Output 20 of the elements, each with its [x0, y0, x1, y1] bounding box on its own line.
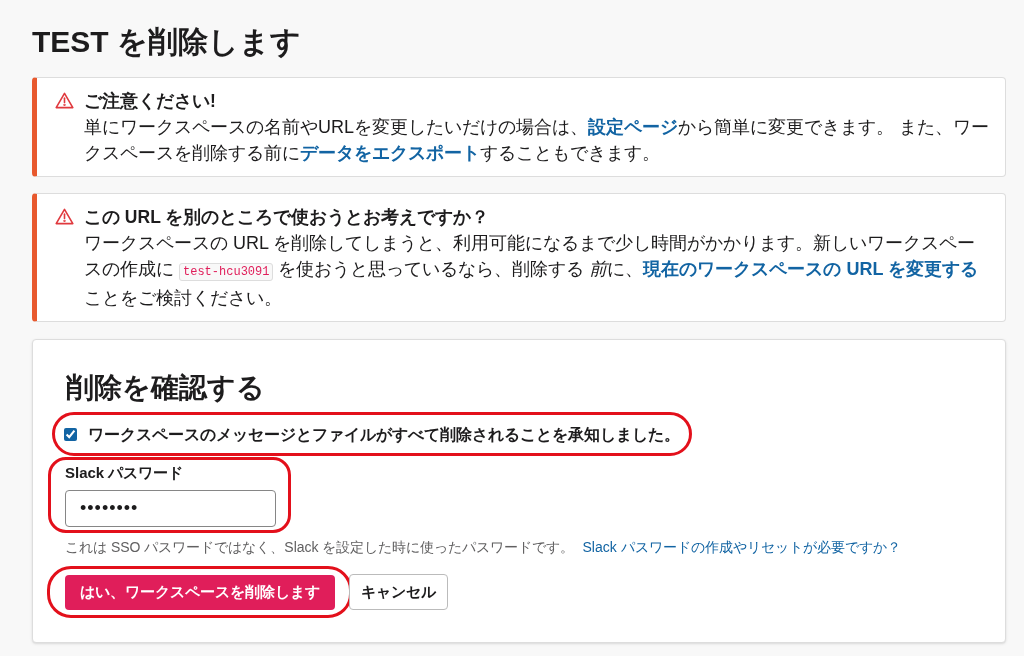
- section-heading: 削除を確認する: [66, 371, 266, 405]
- link[interactable]: 設定ページ: [588, 117, 678, 137]
- notice-title: この URL を別のところで使おうとお考えですか？: [84, 206, 491, 229]
- delete-button[interactable]: はい、ワークスペースを削除します: [65, 574, 335, 610]
- warning-icon: [55, 208, 74, 225]
- notice-text: ワークスペースの URL を削除してしまうと、利用可能になるまで少し時間がかかります。新しいワークスペースの作成に test-hcu3091 を使おうと思っているなら、削除する 前に、現在のワークスペースの URL を変更する ことをご検討ください。: [84, 232, 980, 310]
- hint-text: これは SSO パスワードではなく、Slack を設定した時に使ったパスワードです。 Slack パスワードの作成やリセットが必要ですか？: [65, 538, 902, 557]
- inline-code: test-hcu3091: [179, 263, 274, 281]
- link[interactable]: データをエクスポート: [300, 143, 480, 163]
- checkbox[interactable]: [64, 427, 77, 441]
- warning-icon: [55, 92, 74, 109]
- cancel-button[interactable]: キャンセル: [349, 574, 448, 610]
- link[interactable]: Slack パスワードの作成やリセットが必要ですか？: [582, 539, 901, 555]
- notice-text: 単にワークスペースの名前やURLを変更したいだけの場合は、設定ページから簡単に変更できます。 また、ワークスペースを削除する前にデータをエクスポート することもできます。: [84, 116, 991, 165]
- link[interactable]: 現在のワークスペースの URL を変更する: [643, 259, 979, 279]
- field-label: Slack パスワード: [65, 463, 185, 483]
- notice-title: ご注意ください!: [84, 90, 217, 113]
- password-field[interactable]: ••••••••: [65, 490, 276, 527]
- checkbox-label: ワークスペースのメッセージとファイルがすべて削除されることを承知しました。: [88, 424, 680, 445]
- page-title: TEST を削除します: [32, 24, 302, 60]
